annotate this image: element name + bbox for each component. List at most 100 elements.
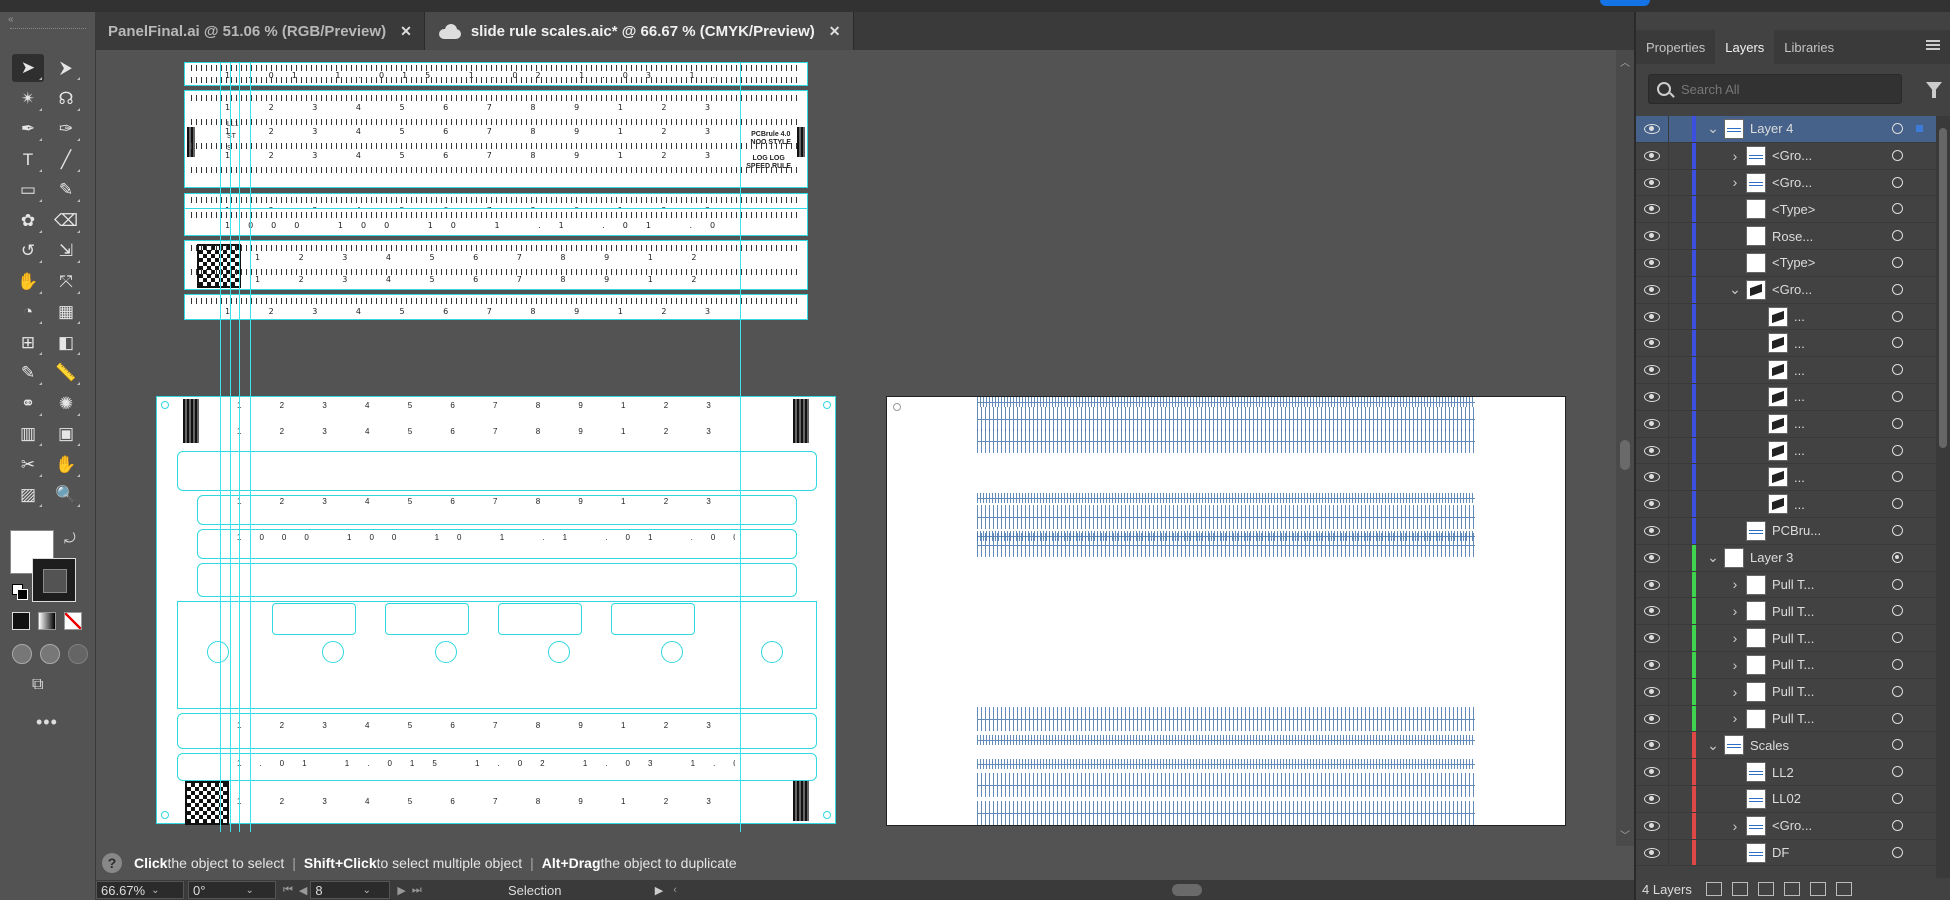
- canvas-vertical-scrollbar[interactable]: ︿ ﹀: [1616, 50, 1634, 846]
- artwork-strip[interactable]: 1 2 3 4 5 6 7 8 9 1 2 3 4 5 6 7 8 9 1: [184, 294, 808, 320]
- layer-name[interactable]: <Gro...: [1772, 818, 1812, 833]
- draw-inside-button[interactable]: [68, 644, 88, 664]
- layer-name[interactable]: ...: [1794, 363, 1805, 378]
- visibility-eye-icon[interactable]: [1644, 659, 1660, 670]
- visibility-eye-icon[interactable]: [1644, 525, 1660, 536]
- layer-row[interactable]: ...: [1636, 464, 1936, 492]
- print-tiling-icon[interactable]: ▨: [12, 481, 44, 509]
- chevron-right-icon[interactable]: ›: [1728, 818, 1742, 834]
- target-icon[interactable]: [1892, 203, 1903, 215]
- lock-toggle[interactable]: [1668, 651, 1669, 678]
- visibility-eye-icon[interactable]: [1644, 767, 1660, 778]
- target-icon[interactable]: [1892, 498, 1903, 510]
- artwork-slide-rule-back[interactable]: 1 2 3 4 5 6 7 8 9 1 2 3 4 5 6 7 8 9 1 1 …: [184, 240, 808, 290]
- visibility-eye-icon[interactable]: [1644, 820, 1660, 831]
- layer-name[interactable]: <Type>: [1772, 202, 1815, 217]
- chevron-down-icon[interactable]: ⌄: [363, 885, 371, 896]
- lock-toggle[interactable]: [1668, 544, 1669, 571]
- layer-row[interactable]: › Pull T...: [1636, 705, 1936, 733]
- guide-line[interactable]: [740, 62, 741, 832]
- chevron-down-icon[interactable]: ⌄: [245, 885, 253, 896]
- artboard-cut-layout[interactable]: 1 2 3 4 5 6 7 8 9 1 2 3 4 5 6 7 8 9 1 1 …: [156, 396, 836, 825]
- guide-line[interactable]: [220, 62, 221, 832]
- target-icon[interactable]: [1892, 364, 1903, 376]
- edit-toolbar-icon[interactable]: •••: [36, 712, 58, 733]
- layer-name[interactable]: Pull T...: [1772, 684, 1814, 699]
- lock-toggle[interactable]: [1668, 517, 1669, 544]
- lock-toggle[interactable]: [1668, 276, 1669, 303]
- target-icon[interactable]: [1892, 283, 1903, 295]
- blend-icon[interactable]: ⚭: [12, 390, 44, 418]
- layer-row[interactable]: › Pull T...: [1636, 571, 1936, 599]
- chevron-down-icon[interactable]: ⌄: [1706, 549, 1720, 566]
- chevron-right-icon[interactable]: ›: [1728, 174, 1742, 190]
- shape-builder-icon[interactable]: ◔: [12, 298, 44, 326]
- layer-row[interactable]: <Type>: [1636, 196, 1936, 224]
- visibility-eye-icon[interactable]: [1644, 204, 1660, 215]
- lock-toggle[interactable]: [1668, 464, 1669, 491]
- target-icon[interactable]: [1892, 390, 1903, 402]
- lock-toggle[interactable]: [1668, 812, 1669, 839]
- layer-name[interactable]: LL2: [1772, 765, 1794, 780]
- scroll-thumb[interactable]: [1939, 128, 1947, 448]
- direct-selection-icon[interactable]: ⮞: [50, 54, 82, 82]
- visibility-eye-icon[interactable]: [1644, 124, 1660, 134]
- layer-row[interactable]: ...: [1636, 383, 1936, 411]
- lock-toggle[interactable]: [1668, 196, 1669, 223]
- layer-name[interactable]: ...: [1794, 470, 1805, 485]
- visibility-eye-icon[interactable]: [1644, 686, 1660, 697]
- tab-panelfinal[interactable]: PanelFinal.ai @ 51.06 % (RGB/Preview) ✕: [96, 12, 425, 50]
- layer-row[interactable]: ...: [1636, 410, 1936, 438]
- color-mode-button[interactable]: [12, 612, 30, 630]
- gradient-icon[interactable]: ◧: [50, 329, 82, 357]
- visibility-eye-icon[interactable]: [1644, 445, 1660, 456]
- target-icon[interactable]: [1892, 176, 1903, 188]
- target-icon[interactable]: [1892, 792, 1903, 804]
- none-mode-button[interactable]: [64, 612, 82, 630]
- close-icon[interactable]: ✕: [829, 23, 841, 40]
- lasso-icon[interactable]: ☊: [50, 85, 82, 113]
- layer-name[interactable]: Pull T...: [1772, 711, 1814, 726]
- layer-name[interactable]: <Type>: [1772, 255, 1815, 270]
- rectangle-icon[interactable]: ▭: [12, 176, 44, 204]
- clipping-mask-icon[interactable]: [1757, 882, 1774, 896]
- lock-toggle[interactable]: [1668, 116, 1669, 142]
- default-fill-stroke-icon[interactable]: [12, 584, 28, 600]
- artboard-scales[interactable]: [886, 396, 1566, 826]
- scroll-thumb[interactable]: [1620, 440, 1630, 470]
- lock-toggle[interactable]: [1668, 142, 1669, 169]
- layer-name[interactable]: PCBru...: [1772, 523, 1821, 538]
- perspective-grid-icon[interactable]: ▦: [50, 298, 82, 326]
- screen-mode-icon[interactable]: ⧉: [32, 676, 60, 696]
- lock-toggle[interactable]: [1668, 410, 1669, 437]
- target-icon[interactable]: [1892, 149, 1903, 161]
- layer-name[interactable]: <Gro...: [1772, 148, 1812, 163]
- target-icon[interactable]: [1892, 417, 1903, 429]
- visibility-eye-icon[interactable]: [1644, 606, 1660, 617]
- chevron-right-icon[interactable]: ›: [1728, 710, 1742, 726]
- visibility-eye-icon[interactable]: [1644, 713, 1660, 724]
- lock-toggle[interactable]: [1668, 169, 1669, 196]
- lock-toggle[interactable]: [1668, 839, 1669, 866]
- visibility-eye-icon[interactable]: [1644, 418, 1660, 429]
- help-icon[interactable]: ?: [102, 853, 122, 873]
- tab-libraries[interactable]: Libraries: [1774, 30, 1844, 64]
- target-icon[interactable]: [1892, 846, 1903, 858]
- play-icon[interactable]: ▶: [655, 884, 663, 897]
- artboard-number-field[interactable]: 8 ⌄: [310, 881, 391, 899]
- target-icon[interactable]: [1892, 444, 1903, 456]
- measure-icon[interactable]: 📏: [50, 359, 82, 387]
- lock-toggle[interactable]: [1668, 357, 1669, 383]
- chevron-down-icon[interactable]: ⌄: [1728, 281, 1742, 298]
- chevron-right-icon[interactable]: ›: [1728, 576, 1742, 592]
- lock-toggle[interactable]: [1668, 571, 1669, 598]
- visibility-eye-icon[interactable]: [1644, 311, 1660, 322]
- lock-toggle[interactable]: [1668, 383, 1669, 410]
- target-icon[interactable]: [1892, 337, 1903, 349]
- puppet-warp-icon[interactable]: ✋: [12, 268, 44, 296]
- chevron-right-icon[interactable]: ›: [1728, 657, 1742, 673]
- layer-row[interactable]: ...: [1636, 303, 1936, 331]
- layer-row[interactable]: ⌄ Layer 3: [1636, 544, 1936, 572]
- slice-icon[interactable]: ✂: [12, 451, 44, 479]
- previous-artboard-icon[interactable]: ◀: [299, 884, 307, 897]
